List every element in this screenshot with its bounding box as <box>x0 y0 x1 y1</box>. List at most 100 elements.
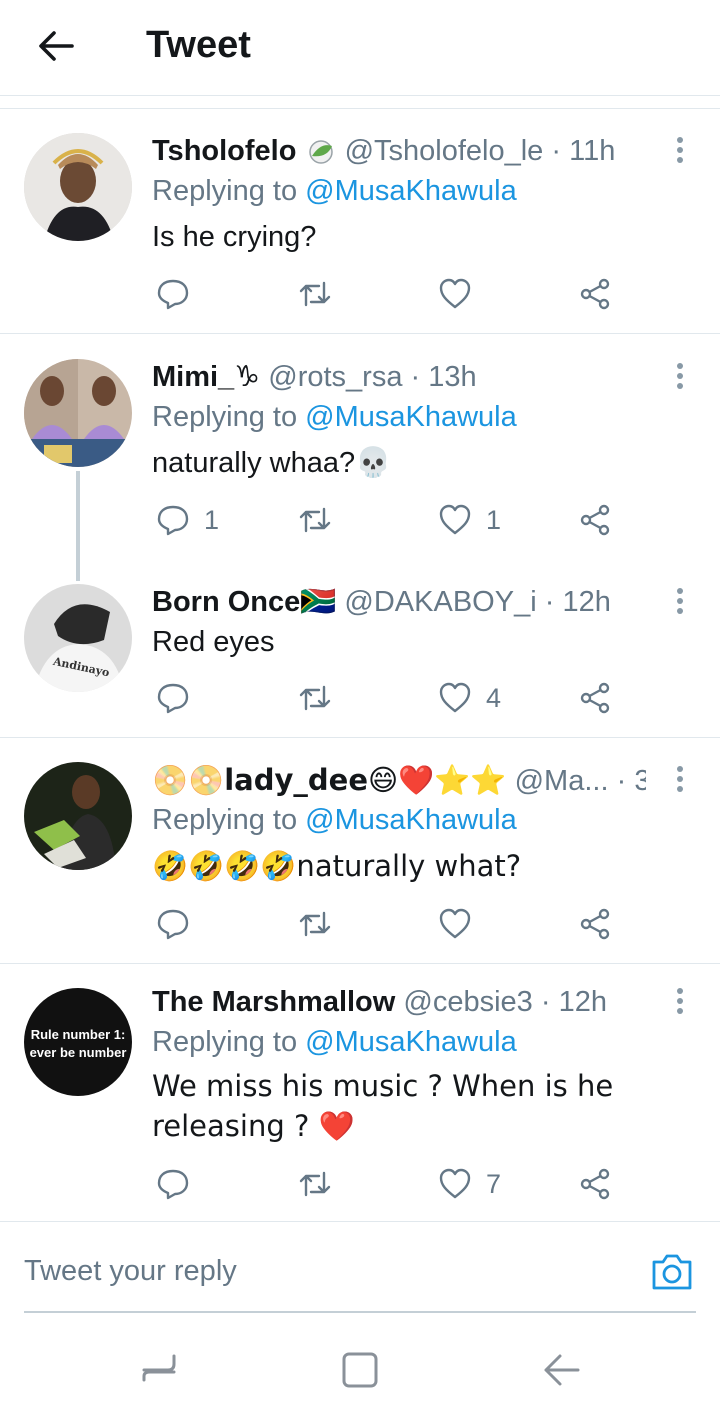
tweet-text: Red eyes <box>152 626 275 658</box>
more-vertical-icon <box>677 988 683 1014</box>
more-options-button[interactable] <box>666 762 694 798</box>
display-name[interactable]: Tsholofelo <box>152 135 296 167</box>
mention-link[interactable]: @MusaKhawula <box>305 401 517 433</box>
more-options-button[interactable] <box>666 584 694 620</box>
more-options-button[interactable] <box>666 984 694 1020</box>
system-navigation-bar <box>0 1314 720 1419</box>
handle[interactable]: @DAKABOY_i <box>344 586 536 618</box>
camera-button[interactable] <box>650 1252 694 1296</box>
separator-dot: · <box>540 986 551 1018</box>
more-options-button[interactable] <box>666 133 694 169</box>
heart-icon <box>439 504 471 535</box>
avatar[interactable]: Rule number 1: ever be number <box>24 988 132 1096</box>
timestamp[interactable]: 11h <box>569 135 615 167</box>
share-button[interactable] <box>578 272 612 316</box>
mention-link[interactable]: @MusaKhawula <box>305 804 517 836</box>
tweet-item[interactable]: Tsholofelo @Tsholofelo_le · 11h Replying… <box>0 109 720 334</box>
timestamp[interactable]: 13h <box>428 361 476 393</box>
separator-dot: · <box>616 765 627 797</box>
avatar[interactable] <box>24 133 132 241</box>
reply-icon <box>157 683 189 714</box>
share-button[interactable] <box>578 498 612 542</box>
handle[interactable]: @Tsholofelo_le <box>345 135 544 167</box>
recents-button[interactable] <box>136 1350 184 1390</box>
retweet-icon <box>299 685 331 711</box>
timestamp[interactable]: 3m <box>634 765 646 797</box>
timestamp[interactable]: 12h <box>562 586 610 618</box>
home-square-icon <box>342 1352 378 1388</box>
system-back-button[interactable] <box>536 1350 584 1390</box>
handle[interactable]: @cebsie3 <box>403 986 532 1018</box>
page-title: Tweet <box>146 24 251 66</box>
tweet-item[interactable]: Andinayo Born Once🇿🇦 @DAKABOY_i · 12h Re… <box>0 560 720 738</box>
display-name[interactable]: Born Once🇿🇦 <box>152 586 336 618</box>
reply-button[interactable]: 1 <box>156 498 219 542</box>
home-button[interactable] <box>336 1350 384 1390</box>
mention-link[interactable]: @MusaKhawula <box>305 175 517 207</box>
retweet-icon <box>299 507 331 533</box>
more-options-button[interactable] <box>666 359 694 395</box>
tweet-header: Tsholofelo @Tsholofelo_le · 11h <box>152 133 660 169</box>
reply-compose-bar <box>0 1221 720 1313</box>
replying-to-line: Replying to @MusaKhawula <box>152 399 517 435</box>
handle[interactable]: @Ma... <box>515 765 609 797</box>
share-button[interactable] <box>578 902 612 946</box>
mention-link[interactable]: @MusaKhawula <box>305 1026 517 1058</box>
reply-input[interactable] <box>24 1246 624 1296</box>
avatar[interactable] <box>24 359 132 467</box>
display-name[interactable]: 📀📀lady_dee😄❤️⭐⭐ <box>152 763 507 797</box>
tweet-actions: 7 <box>152 1162 632 1206</box>
retweet-icon <box>299 281 331 307</box>
reply-icon <box>157 909 189 940</box>
avatar[interactable] <box>24 762 132 870</box>
retweet-button[interactable] <box>297 498 333 542</box>
tweet-actions <box>152 272 632 316</box>
top-bar: Tweet <box>0 0 720 96</box>
more-vertical-icon <box>677 766 683 792</box>
like-button[interactable]: 1 <box>438 498 501 542</box>
like-button[interactable]: 4 <box>438 676 501 720</box>
back-button[interactable] <box>30 22 82 70</box>
avatar[interactable]: Andinayo <box>24 584 132 692</box>
handle[interactable]: @rots_rsa <box>268 361 402 393</box>
retweet-button[interactable] <box>297 676 333 720</box>
reply-button[interactable] <box>156 676 204 720</box>
display-name[interactable]: Mimi_♑ <box>152 361 260 393</box>
replying-to-label: Replying to <box>152 175 298 207</box>
like-button[interactable]: 7 <box>438 1162 501 1206</box>
tweet-actions: 1 1 <box>152 498 632 542</box>
display-name[interactable]: The Marshmallow <box>152 986 395 1018</box>
tweet-text: Is he crying? <box>152 221 317 253</box>
retweet-button[interactable] <box>297 1162 333 1206</box>
share-icon <box>580 1168 610 1200</box>
separator-dot: · <box>544 586 555 618</box>
retweet-button[interactable] <box>297 902 333 946</box>
like-count: 1 <box>486 504 502 535</box>
more-vertical-icon <box>677 137 683 163</box>
retweet-icon <box>299 911 331 937</box>
tweet-item[interactable]: Mimi_♑ @rots_rsa · 13h Replying to @Musa… <box>0 335 720 581</box>
tweet-item[interactable]: 📀📀lady_dee😄❤️⭐⭐ @Ma... · 3m Replying to … <box>0 738 720 964</box>
like-button[interactable] <box>438 902 486 946</box>
tweet-header: Mimi_♑ @rots_rsa · 13h <box>152 359 660 395</box>
reply-button[interactable] <box>156 902 204 946</box>
tweet-item[interactable]: Rule number 1: ever be number The Marshm… <box>0 964 720 1220</box>
share-button[interactable] <box>578 676 612 720</box>
reply-button[interactable] <box>156 1162 204 1206</box>
reply-icon <box>157 279 189 310</box>
tweet-header: The Marshmallow @cebsie3 · 12h <box>152 984 660 1020</box>
separator-dot: · <box>410 361 421 393</box>
tweet-text: 🤣🤣🤣🤣naturally what? <box>152 849 522 883</box>
reply-button[interactable] <box>156 272 204 316</box>
camera-icon <box>652 1254 692 1290</box>
timestamp[interactable]: 12h <box>559 986 607 1018</box>
like-button[interactable] <box>438 272 486 316</box>
retweet-button[interactable] <box>297 272 333 316</box>
leaf-icon <box>308 140 333 164</box>
heart-icon <box>439 908 471 939</box>
share-button[interactable] <box>578 1162 612 1206</box>
reply-icon <box>157 505 189 536</box>
separator-dot: · <box>551 135 562 167</box>
like-count: 4 <box>486 682 502 713</box>
replying-to-label: Replying to <box>152 1026 298 1058</box>
